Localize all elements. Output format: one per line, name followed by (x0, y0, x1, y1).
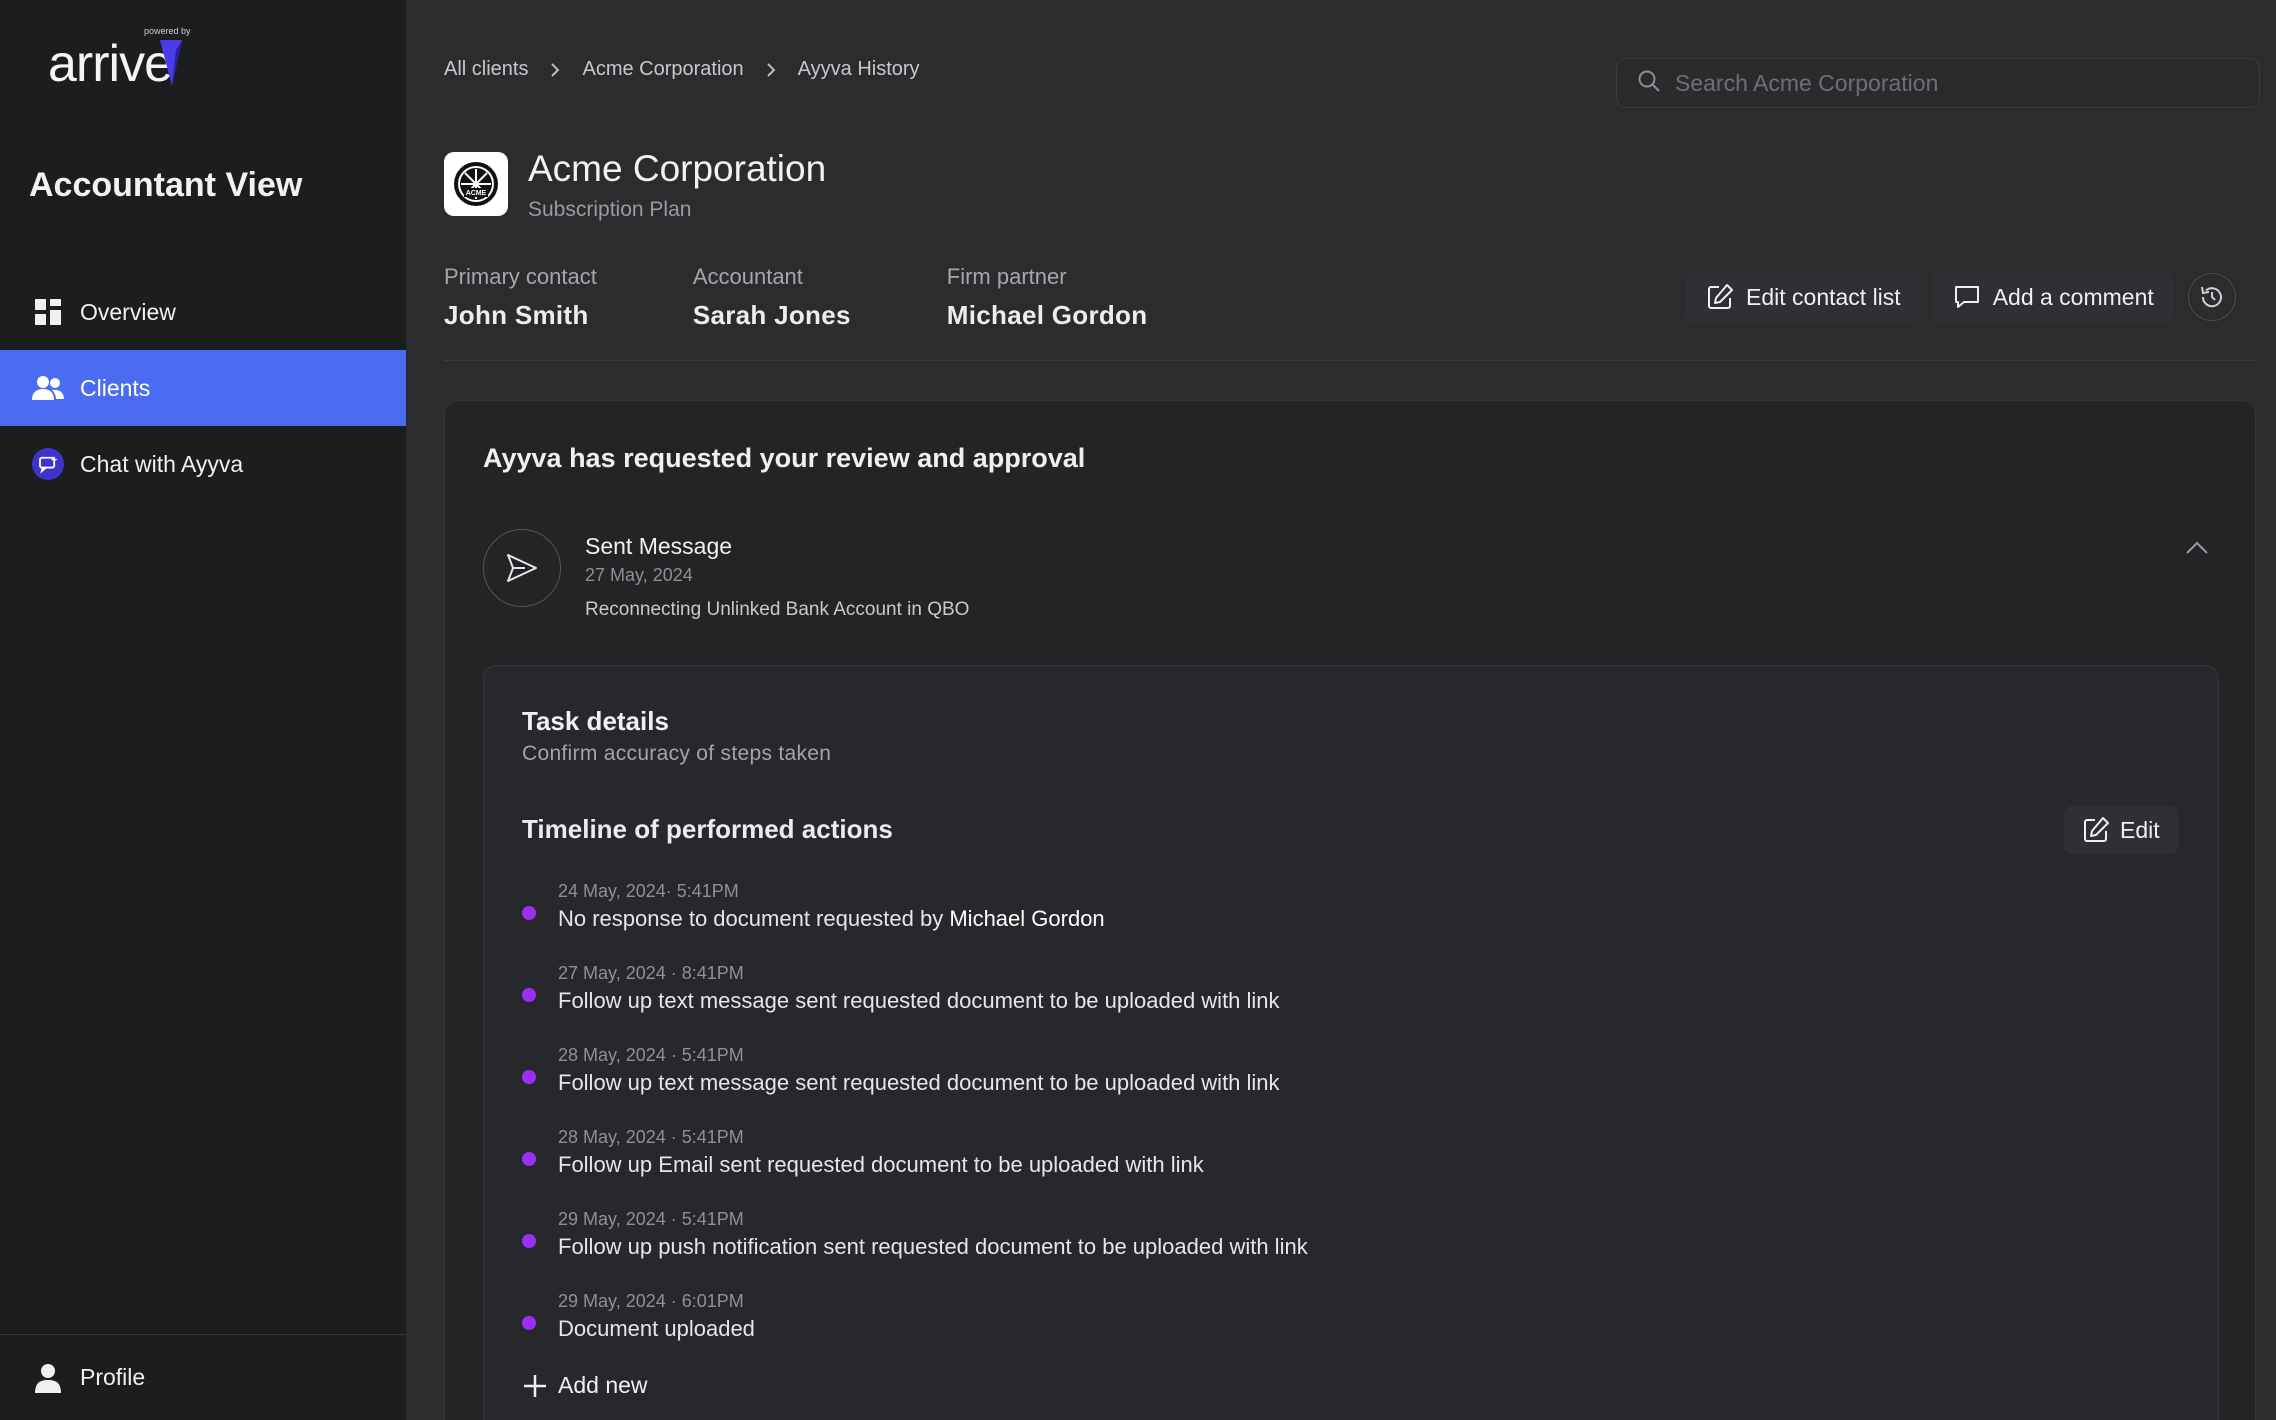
event-text: Document uploaded (558, 1316, 755, 1341)
search-icon (1637, 69, 1661, 98)
view-title: Accountant View (29, 166, 303, 204)
event-text: Follow up Email sent requested document … (558, 1152, 1204, 1177)
event-time: 29 May, 2024 · 5:41PM (558, 1209, 744, 1229)
main-content: All clients Acme Corporation Ayyva Histo… (406, 0, 2276, 1420)
review-title: Ayyva has requested your review and appr… (483, 443, 1086, 473)
add-new-button[interactable]: Add new (522, 1372, 648, 1399)
contact-firm-partner: Firm partner Michael Gordon (947, 264, 1148, 331)
timeline-event: 28 May, 2024 · 5:41PM Follow up text mes… (522, 1044, 1308, 1126)
sidebar-item-chat[interactable]: Chat with Ayyva (0, 426, 406, 502)
sidebar-item-label: Overview (80, 298, 176, 325)
edit-timeline-button[interactable]: Edit (2064, 806, 2178, 854)
timeline-dot (522, 1152, 536, 1166)
comment-icon (1953, 284, 1981, 310)
message-subject: Reconnecting Unlinked Bank Account in QB… (585, 599, 970, 620)
timeline-event: 28 May, 2024 · 5:41PM Follow up Email se… (522, 1126, 1308, 1208)
contact-accountant: Accountant Sarah Jones (693, 264, 851, 331)
contact-label: Primary contact (444, 264, 597, 289)
chevron-right-icon (550, 62, 560, 78)
sidebar-item-overview[interactable]: Overview (0, 274, 406, 350)
search-input[interactable] (1675, 69, 2235, 97)
company-name: Acme Corporation (528, 148, 827, 189)
sidebar-item-clients[interactable]: Clients (0, 350, 406, 426)
breadcrumb-acme[interactable]: Acme Corporation (582, 58, 743, 81)
add-comment-label: Add a comment (1992, 283, 2154, 310)
breadcrumb: All clients Acme Corporation Ayyva Histo… (444, 58, 920, 81)
breadcrumb-ayyva-history[interactable]: Ayyva History (798, 58, 920, 81)
timeline-dot (522, 906, 536, 920)
timeline-event: 27 May, 2024 · 8:41PM Follow up text mes… (522, 962, 1308, 1044)
sidebar-item-label: Clients (80, 374, 151, 401)
contacts-row: Primary contact John Smith Accountant Sa… (444, 264, 1243, 331)
message-title: Sent Message (585, 533, 733, 559)
plus-icon (522, 1373, 548, 1399)
event-text: Follow up text message sent requested do… (558, 1070, 1280, 1095)
sidebar: powered by arrive Accountant View Overvi… (0, 0, 406, 1420)
history-icon (2199, 284, 2225, 310)
timeline-dot (522, 1234, 536, 1248)
sidebar-nav: Overview Clients Chat with Ayyva (0, 274, 406, 502)
event-time: 29 May, 2024 · 6:01PM (558, 1291, 744, 1311)
event-text: Follow up text message sent requested do… (558, 988, 1280, 1013)
history-button[interactable] (2187, 273, 2236, 321)
company-logo: ACME (444, 152, 508, 216)
edit-contact-list-label: Edit contact list (1746, 283, 1901, 310)
edit-label: Edit (2120, 816, 2160, 843)
breadcrumb-all-clients[interactable]: All clients (444, 58, 528, 81)
timeline-dot (522, 1316, 536, 1330)
header-divider (444, 360, 2254, 361)
contact-value: John Smith (444, 300, 589, 330)
contact-label: Firm partner (946, 264, 1067, 289)
chat-sparkle-icon (32, 448, 64, 480)
add-new-label: Add new (558, 1372, 648, 1398)
review-card: Ayyva has requested your review and appr… (444, 400, 2256, 1420)
edit-icon (1706, 283, 1734, 311)
edit-icon (2082, 816, 2110, 844)
logo-wordmark: arrive (48, 35, 173, 93)
logo-mark-icon (160, 40, 182, 86)
event-text-person: Michael Gordon (949, 906, 1105, 931)
arrive-logo[interactable]: powered by arrive (48, 22, 198, 94)
task-title: Task details (522, 706, 669, 736)
message-date: 27 May, 2024 (585, 565, 693, 585)
task-subtitle: Confirm accuracy of steps taken (522, 742, 832, 765)
chevron-right-icon (766, 62, 776, 78)
contact-value: Michael Gordon (946, 300, 1148, 330)
profile-label: Profile (80, 1364, 146, 1390)
chevron-up-icon[interactable] (2185, 541, 2209, 560)
users-icon (32, 372, 64, 404)
timeline-title: Timeline of performed actions (522, 814, 893, 844)
timeline-event: 29 May, 2024 · 5:41PM Follow up push not… (522, 1208, 1308, 1290)
event-text: No response to document requested by Mic… (558, 902, 1308, 936)
event-time: 27 May, 2024 · 8:41PM (558, 963, 744, 983)
task-details-panel: Task details Confirm accuracy of steps t… (483, 665, 2219, 1420)
timeline-list: 24 May, 2024· 5:41PM No response to docu… (522, 880, 1308, 1372)
search-bar[interactable] (1616, 58, 2260, 108)
person-icon (32, 1362, 64, 1394)
svg-text:ACME: ACME (466, 190, 487, 197)
event-text: Follow up push notification sent request… (558, 1234, 1308, 1259)
event-time: 28 May, 2024 · 5:41PM (558, 1045, 744, 1065)
add-comment-button[interactable]: Add a comment (1932, 272, 2174, 322)
acme-logo-icon: ACME (454, 162, 498, 206)
event-text-main: No response to document requested by (558, 906, 950, 931)
grid-icon (32, 296, 64, 328)
timeline-dot (522, 1070, 536, 1084)
timeline-dot (522, 988, 536, 1002)
company-plan: Subscription Plan (528, 198, 692, 221)
timeline-event: 24 May, 2024· 5:41PM No response to docu… (522, 880, 1308, 962)
contact-primary: Primary contact John Smith (444, 264, 597, 331)
sidebar-item-label: Chat with Ayyva (80, 450, 244, 477)
edit-contact-list-button[interactable]: Edit contact list (1686, 272, 1921, 322)
contact-value: Sarah Jones (692, 300, 851, 330)
contact-label: Accountant (692, 264, 803, 289)
timeline-event: 29 May, 2024 · 6:01PM Document uploaded (522, 1290, 1308, 1372)
event-time: 28 May, 2024 · 5:41PM (558, 1127, 744, 1147)
event-time: 24 May, 2024· 5:41PM (558, 881, 739, 901)
header-actions: Edit contact list Add a comment (1686, 272, 2236, 322)
send-icon (483, 529, 561, 607)
sidebar-item-profile[interactable]: Profile (0, 1334, 406, 1420)
